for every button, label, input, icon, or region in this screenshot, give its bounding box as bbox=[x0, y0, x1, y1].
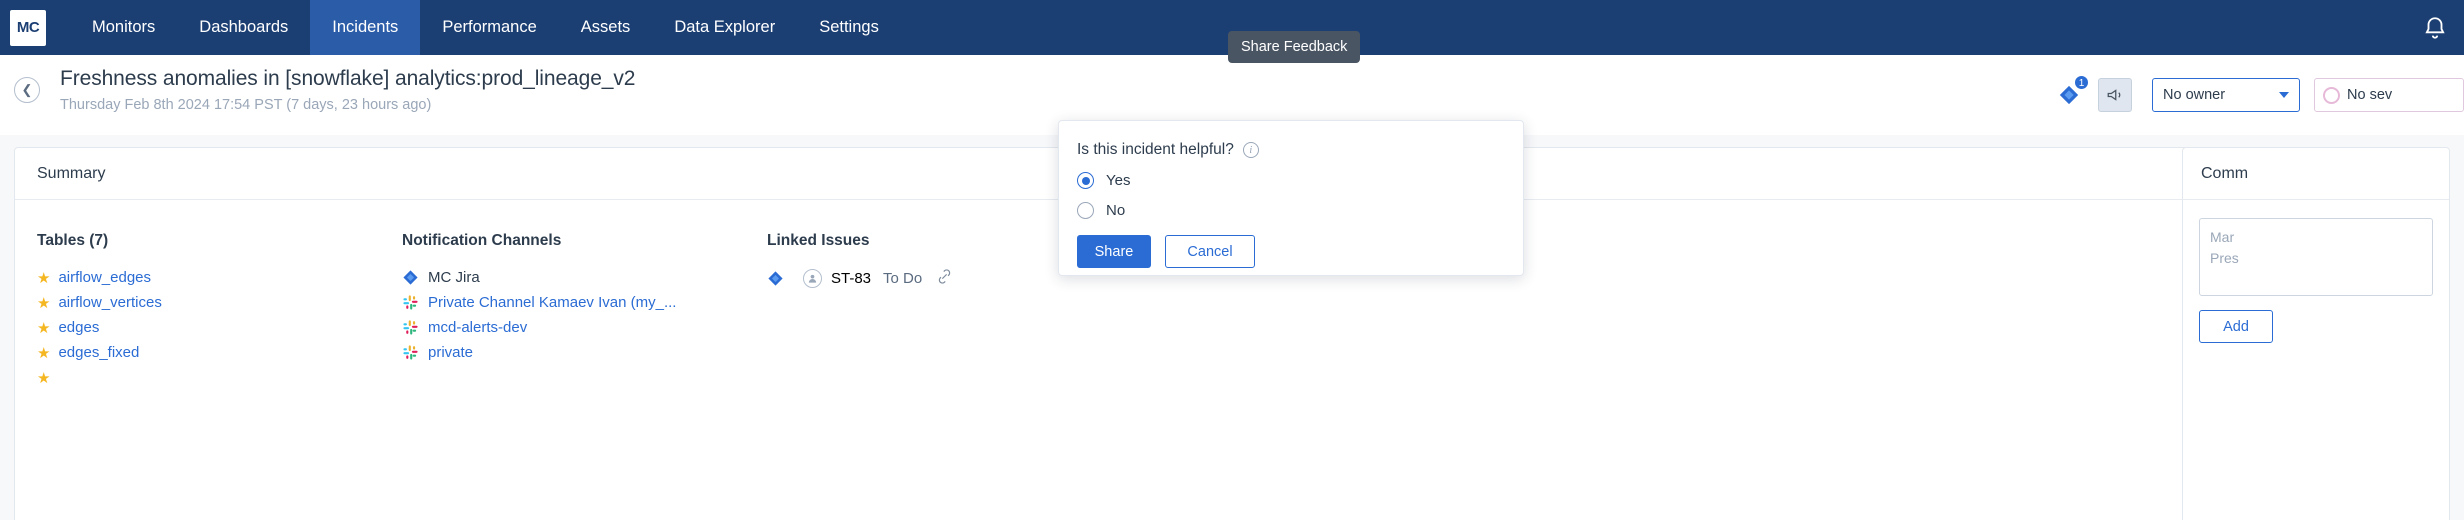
table-row[interactable]: ★ airflow_vertices bbox=[37, 290, 402, 315]
unlink-icon[interactable] bbox=[936, 268, 953, 289]
chevron-left-icon[interactable]: ❮ bbox=[14, 77, 40, 103]
share-button[interactable]: Share bbox=[1077, 235, 1151, 268]
table-link[interactable]: edges_fixed bbox=[58, 344, 139, 361]
channel-label: MC Jira bbox=[428, 269, 480, 286]
nav-item-performance[interactable]: Performance bbox=[420, 0, 558, 55]
table-row[interactable]: ★ edges_fixed bbox=[37, 340, 402, 365]
jira-badge-count: 1 bbox=[2074, 75, 2089, 90]
channel-label[interactable]: Private Channel Kamaev Ivan (my_... bbox=[428, 294, 676, 311]
jira-icon bbox=[768, 270, 783, 286]
issue-key-link[interactable]: ST-83 bbox=[831, 270, 871, 287]
monte-carlo-logo[interactable]: MC bbox=[10, 9, 46, 46]
table-row-partial[interactable]: ★ bbox=[37, 365, 402, 390]
channels-column-title: Notification Channels bbox=[402, 232, 562, 249]
page-subtitle-timestamp: Thursday Feb 8th 2024 17:54 PST (7 days,… bbox=[60, 97, 432, 113]
feedback-popover: Is this incident helpful? i Yes No Share… bbox=[1058, 120, 1524, 276]
slack-icon bbox=[403, 345, 418, 360]
table-link[interactable]: airflow_vertices bbox=[58, 294, 161, 311]
nav-items: Monitors Dashboards Incidents Performanc… bbox=[70, 0, 901, 55]
title-block: Freshness anomalies in [snowflake] analy… bbox=[60, 67, 635, 113]
user-avatar-icon bbox=[803, 268, 822, 288]
channel-row[interactable]: private bbox=[402, 340, 767, 365]
severity-dot-icon bbox=[2323, 86, 2340, 104]
feedback-question-row: Is this incident helpful? i bbox=[1077, 141, 1505, 159]
table-link[interactable]: airflow_edges bbox=[58, 269, 151, 286]
slack-icon bbox=[403, 320, 418, 335]
channel-row[interactable]: mcd-alerts-dev bbox=[402, 315, 767, 340]
severity-dropdown[interactable]: No sev bbox=[2314, 78, 2464, 112]
notification-channels-column: Notification Channels MC Jira Private Ch… bbox=[402, 232, 767, 390]
feedback-question: Is this incident helpful? bbox=[1077, 141, 1234, 158]
share-feedback-button[interactable] bbox=[2098, 78, 2132, 112]
comment-placeholder-line2: Pres bbox=[2210, 250, 2239, 266]
page-title: Freshness anomalies in [snowflake] analy… bbox=[60, 67, 636, 90]
issue-status: To Do bbox=[883, 269, 923, 287]
channel-label[interactable]: private bbox=[428, 344, 473, 361]
info-icon[interactable]: i bbox=[1242, 142, 1259, 158]
channel-row[interactable]: MC Jira bbox=[402, 265, 767, 290]
star-icon: ★ bbox=[37, 369, 51, 387]
severity-value: No sev bbox=[2347, 87, 2393, 103]
radio-yes-label: Yes bbox=[1106, 172, 1131, 189]
radio-no-label: No bbox=[1106, 202, 1126, 219]
share-feedback-tooltip: Share Feedback bbox=[1228, 31, 1361, 63]
nav-item-data-explorer[interactable]: Data Explorer bbox=[652, 0, 797, 55]
feedback-actions: Share Cancel bbox=[1077, 235, 1505, 268]
star-icon: ★ bbox=[37, 294, 51, 312]
header-actions: 1 No owner No sev bbox=[2054, 55, 2464, 135]
comment-placeholder-line1: Mar bbox=[2210, 229, 2235, 245]
nav-item-assets[interactable]: Assets bbox=[559, 0, 653, 55]
star-icon: ★ bbox=[37, 319, 51, 337]
star-icon: ★ bbox=[37, 269, 51, 287]
comments-panel: Comm Mar Pres Add bbox=[2182, 147, 2450, 520]
tables-column: Tables (7) ★ airflow_edges ★ airflow_ver… bbox=[37, 232, 402, 390]
comment-input[interactable]: Mar Pres bbox=[2199, 218, 2433, 296]
table-row[interactable]: ★ airflow_edges bbox=[37, 265, 402, 290]
feedback-option-no[interactable]: No bbox=[1077, 202, 1505, 219]
channel-row[interactable]: Private Channel Kamaev Ivan (my_... bbox=[402, 290, 767, 315]
radio-yes-icon[interactable] bbox=[1077, 172, 1094, 189]
table-link[interactable]: edges bbox=[58, 319, 99, 336]
jira-icon bbox=[403, 270, 418, 285]
channel-label[interactable]: mcd-alerts-dev bbox=[428, 319, 527, 336]
incident-detail-page: MC Monitors Dashboards Incidents Perform… bbox=[0, 0, 2464, 520]
owner-value: No owner bbox=[2163, 87, 2226, 103]
radio-no-icon[interactable] bbox=[1077, 202, 1094, 219]
owner-dropdown[interactable]: No owner bbox=[2152, 78, 2300, 112]
nav-item-dashboards[interactable]: Dashboards bbox=[177, 0, 310, 55]
chevron-down-icon bbox=[2279, 92, 2289, 98]
comments-panel-title: Comm bbox=[2183, 148, 2449, 200]
slack-icon bbox=[403, 295, 418, 310]
jira-icon[interactable]: 1 bbox=[2054, 75, 2089, 110]
nav-item-incidents[interactable]: Incidents bbox=[310, 0, 421, 55]
add-comment-button[interactable]: Add bbox=[2199, 310, 2273, 343]
table-row[interactable]: ★ edges bbox=[37, 315, 402, 340]
nav-item-settings[interactable]: Settings bbox=[797, 0, 901, 55]
nav-item-monitors[interactable]: Monitors bbox=[70, 0, 177, 55]
bell-icon[interactable] bbox=[2422, 15, 2448, 41]
cancel-button[interactable]: Cancel bbox=[1165, 235, 1255, 268]
feedback-option-yes[interactable]: Yes bbox=[1077, 172, 1505, 189]
star-icon: ★ bbox=[37, 344, 51, 362]
tables-column-title: Tables (7) bbox=[37, 232, 109, 249]
